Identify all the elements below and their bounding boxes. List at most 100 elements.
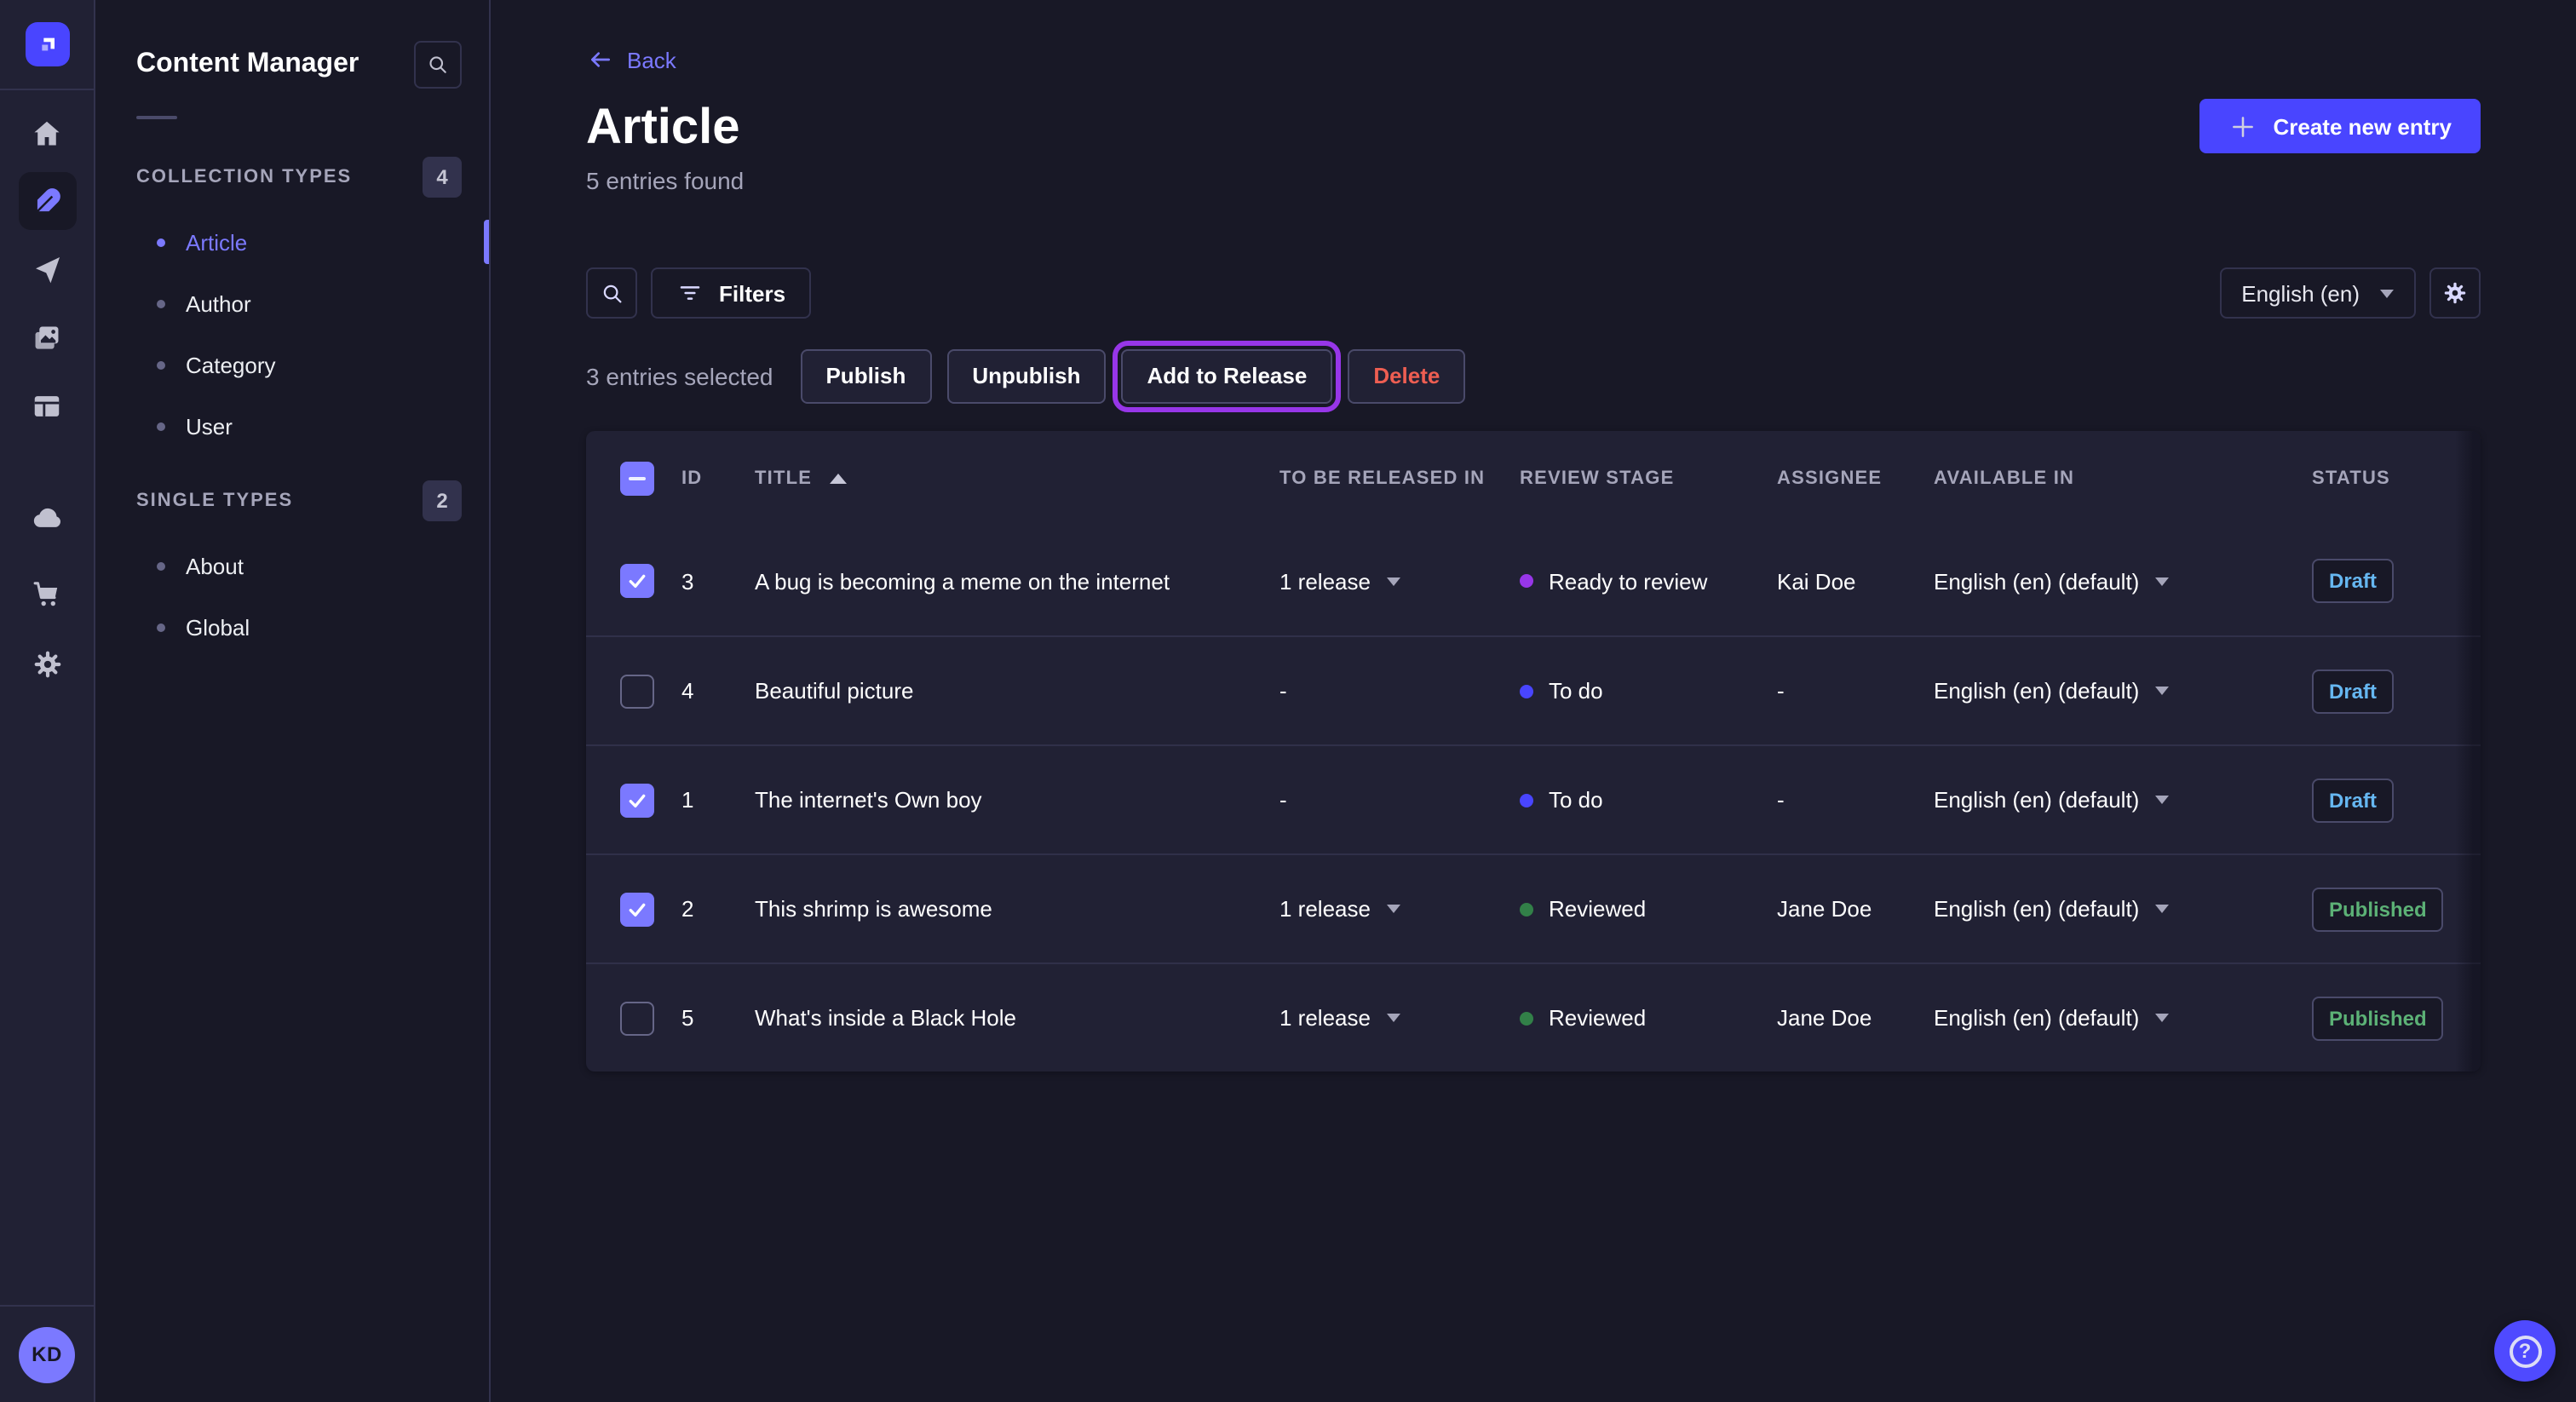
- row-title: What's inside a Black Hole: [755, 1005, 1279, 1031]
- content-manager-subnav: Content Manager COLLECTION TYPES 4 Artic…: [95, 0, 491, 1402]
- back-label: Back: [627, 47, 676, 72]
- row-checkbox[interactable]: [620, 674, 654, 708]
- sidebar-item-about[interactable]: About: [95, 535, 489, 596]
- sidebar-item-global[interactable]: Global: [95, 596, 489, 658]
- locale-value: English (en): [2241, 280, 2360, 306]
- search-button[interactable]: [586, 267, 637, 319]
- media-library-images-icon[interactable]: [13, 303, 81, 371]
- home-icon[interactable]: [13, 99, 81, 167]
- avatar[interactable]: KD: [19, 1326, 75, 1382]
- row-release-dropdown[interactable]: -: [1279, 787, 1520, 813]
- row-assignee: Kai Doe: [1777, 568, 1934, 594]
- table-row[interactable]: 2 This shrimp is awesome 1 release Revie…: [586, 853, 2481, 962]
- section-label: SINGLE TYPES: [136, 491, 293, 511]
- add-to-release-button[interactable]: Add to Release: [1121, 348, 1332, 403]
- column-header-status[interactable]: STATUS: [2312, 468, 2481, 489]
- content-type-builder-layout-icon[interactable]: [13, 371, 81, 440]
- entries-found-text: 5 entries found: [586, 167, 2481, 196]
- row-locale-dropdown[interactable]: English (en) (default): [1934, 896, 2312, 922]
- row-review-stage: To do: [1520, 787, 1777, 813]
- section-count-badge: 2: [423, 480, 462, 521]
- stage-dot-icon: [1520, 574, 1533, 588]
- sidebar-item-label: About: [186, 553, 244, 578]
- settings-gear-icon[interactable]: [13, 630, 81, 698]
- status-badge: Draft: [2312, 778, 2394, 822]
- locale-select[interactable]: English (en): [2219, 267, 2416, 319]
- subnav-search-button[interactable]: [414, 41, 462, 89]
- table-row[interactable]: 1 The internet's Own boy - To do - Engli…: [586, 744, 2481, 853]
- column-header-review-stage[interactable]: REVIEW STAGE: [1520, 468, 1777, 489]
- bullet-icon: [157, 422, 165, 430]
- back-link[interactable]: Back: [586, 46, 676, 73]
- filters-button[interactable]: Filters: [651, 267, 811, 319]
- unpublish-button[interactable]: Unpublish: [946, 348, 1106, 403]
- page-title: Article: [586, 99, 2481, 157]
- subnav-header: Content Manager: [95, 0, 489, 89]
- view-settings-button[interactable]: [2429, 267, 2481, 319]
- row-title: Beautiful picture: [755, 678, 1279, 704]
- releases-send-icon[interactable]: [13, 235, 81, 303]
- help-button[interactable]: ?: [2494, 1320, 2556, 1382]
- table-body: 3 A bug is becoming a meme on the intern…: [586, 526, 2481, 1072]
- sidebar-item-category[interactable]: Category: [95, 334, 489, 395]
- sidebar-item-label: Global: [186, 614, 250, 640]
- column-header-title[interactable]: TITLE: [755, 468, 1279, 489]
- check-icon: [625, 569, 649, 593]
- row-release-dropdown[interactable]: 1 release: [1279, 568, 1520, 594]
- row-checkbox[interactable]: [620, 892, 654, 926]
- delete-button[interactable]: Delete: [1348, 348, 1465, 403]
- table-header-row: ID TITLE TO BE RELEASED IN REVIEW STAGE …: [586, 431, 2481, 526]
- section-count-badge: 4: [423, 157, 462, 198]
- row-locale-value: English (en) (default): [1934, 568, 2139, 594]
- row-checkbox[interactable]: [620, 783, 654, 817]
- chevron-down-icon: [2154, 796, 2168, 804]
- row-review-stage: Reviewed: [1520, 1005, 1777, 1031]
- content-manager-feather-icon[interactable]: [18, 172, 76, 230]
- strapi-logo-glyph: [33, 31, 60, 58]
- sidebar-item-article[interactable]: Article: [95, 211, 489, 273]
- bullet-icon: [157, 238, 165, 246]
- table-row[interactable]: 3 A bug is becoming a meme on the intern…: [586, 526, 2481, 635]
- row-locale-dropdown[interactable]: English (en) (default): [1934, 568, 2312, 594]
- row-release-dropdown[interactable]: -: [1279, 678, 1520, 704]
- sort-asc-icon[interactable]: [829, 474, 846, 484]
- row-locale-dropdown[interactable]: English (en) (default): [1934, 1005, 2312, 1031]
- row-id: 4: [681, 678, 755, 704]
- row-title: This shrimp is awesome: [755, 896, 1279, 922]
- column-header-id[interactable]: ID: [681, 468, 755, 489]
- bullet-icon: [157, 299, 165, 307]
- status-badge: Draft: [2312, 559, 2394, 603]
- row-release-dropdown[interactable]: 1 release: [1279, 896, 1520, 922]
- row-locale-value: English (en) (default): [1934, 896, 2139, 922]
- row-checkbox[interactable]: [620, 564, 654, 598]
- marketplace-cart-icon[interactable]: [13, 559, 81, 627]
- row-release-value: 1 release: [1279, 1005, 1371, 1031]
- sidebar-item-author[interactable]: Author: [95, 273, 489, 334]
- table-row[interactable]: 4 Beautiful picture - To do - English (e…: [586, 635, 2481, 744]
- row-locale-dropdown[interactable]: English (en) (default): [1934, 787, 2312, 813]
- column-header-to-be-released-in[interactable]: TO BE RELEASED IN: [1279, 468, 1520, 489]
- stage-label: Ready to review: [1549, 568, 1707, 594]
- chevron-down-icon: [2154, 687, 2168, 695]
- stage-label: Reviewed: [1549, 1005, 1646, 1031]
- row-locale-value: English (en) (default): [1934, 1005, 2139, 1031]
- row-release-dropdown[interactable]: 1 release: [1279, 1005, 1520, 1031]
- column-header-available-in[interactable]: AVAILABLE IN: [1934, 468, 2312, 489]
- chevron-down-icon: [2154, 577, 2168, 585]
- strapi-logo[interactable]: [25, 22, 69, 66]
- create-new-entry-button[interactable]: Create new entry: [2199, 99, 2481, 153]
- row-locale-dropdown[interactable]: English (en) (default): [1934, 678, 2312, 704]
- strapi-admin-app: KD Content Manager COLLECTION TYPES 4 Ar…: [0, 0, 2576, 1402]
- row-checkbox[interactable]: [620, 1001, 654, 1035]
- status-badge: Published: [2312, 996, 2444, 1040]
- row-assignee: Jane Doe: [1777, 896, 1934, 922]
- check-icon: [625, 897, 649, 921]
- table-row[interactable]: 5 What's inside a Black Hole 1 release R…: [586, 962, 2481, 1072]
- deploy-cloud-icon[interactable]: [13, 484, 81, 552]
- publish-button[interactable]: Publish: [800, 348, 931, 403]
- filter-icon: [676, 279, 704, 307]
- sidebar-item-user[interactable]: User: [95, 395, 489, 457]
- select-all-checkbox[interactable]: [620, 462, 654, 496]
- column-header-assignee[interactable]: ASSIGNEE: [1777, 468, 1934, 489]
- stage-label: To do: [1549, 678, 1603, 704]
